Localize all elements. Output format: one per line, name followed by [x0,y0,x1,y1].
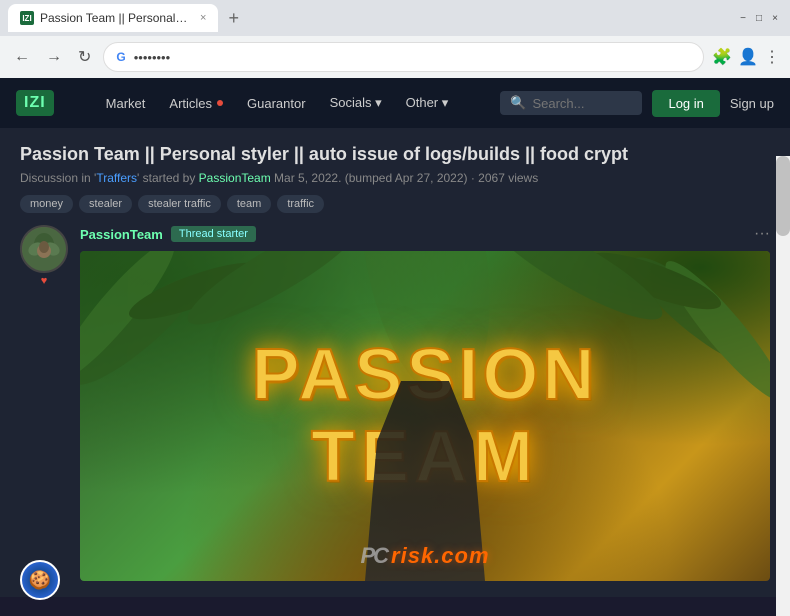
nav-links: Market Articles Guarantor Socials ▾ Othe… [96,89,459,117]
back-button[interactable]: ← [10,46,34,68]
post-username[interactable]: PassionTeam [80,227,163,242]
site-logo[interactable]: IZI [16,90,54,116]
thread-starter-badge: Thread starter [171,226,256,242]
author-link[interactable]: PassionTeam [199,171,271,185]
tag-stealer[interactable]: stealer [79,195,132,213]
extensions-icon[interactable]: 🧩 [712,47,732,67]
meta-prefix: Discussion in ' [20,171,96,185]
post-meta: Discussion in 'Traffers' started by Pass… [20,171,770,185]
post-area: ♥ PassionTeam Thread starter ··· [20,225,770,581]
avatar-image [20,225,68,273]
tab-favicon: IZI [20,11,34,25]
signup-button[interactable]: Sign up [730,96,774,111]
close-window-button[interactable]: × [768,11,782,25]
post-title: Passion Team || Personal styler || auto … [20,144,770,165]
toolbar-icons: 🧩 👤 ⋮ [712,47,780,67]
scrollbar-thumb[interactable] [776,156,790,236]
articles-dot [217,100,223,106]
minimize-button[interactable]: − [736,11,750,25]
new-tab-button[interactable]: + [222,8,245,29]
post-header: PassionTeam Thread starter ··· [80,225,770,243]
search-icon: 🔍 [510,95,526,111]
tags-list: money stealer stealer traffic team traff… [20,195,770,213]
search-bar[interactable]: 🔍 [500,91,642,115]
post-options-button[interactable]: ··· [754,225,770,243]
tag-traffic[interactable]: traffic [277,195,324,213]
post-body: PassionTeam Thread starter ··· [80,225,770,581]
watermark: PC risk.com [360,543,489,569]
post-avatar: ♥ [20,225,68,581]
tag-team[interactable]: team [227,195,271,213]
site-nav: IZI Market Articles Guarantor Socials ▾ … [0,78,790,128]
nav-articles[interactable]: Articles [159,90,233,117]
tab-close-button[interactable]: × [200,12,206,24]
nav-socials[interactable]: Socials ▾ [320,89,392,117]
meta-date: Mar 5, 2022. (bumped Apr 27, 2022) · 206… [271,171,539,185]
google-icon: G [116,50,125,64]
window-controls: − □ × [736,11,782,25]
menu-icon[interactable]: ⋮ [764,47,780,67]
browser-title-bar: IZI Passion Team || Personal styler ||..… [0,0,790,36]
page-content: Passion Team || Personal styler || auto … [0,128,790,597]
address-text: •••••••• [134,50,691,65]
browser-tabs: IZI Passion Team || Personal styler ||..… [8,4,245,32]
tag-money[interactable]: money [20,195,73,213]
watermark-text: risk.com [391,543,490,569]
profile-icon[interactable]: 👤 [738,47,758,67]
address-bar[interactable]: G •••••••• [103,42,704,72]
site-wrapper: IZI Market Articles Guarantor Socials ▾ … [0,78,790,616]
watermark-logo: PC [360,543,387,569]
tag-stealer-traffic[interactable]: stealer traffic [138,195,221,213]
tab-title: Passion Team || Personal styler ||... [40,11,190,25]
browser-toolbar: ← → ↻ G •••••••• 🧩 👤 ⋮ [0,36,790,78]
maximize-button[interactable]: □ [752,11,766,25]
post-image: PASSION TEAM PC risk.com [80,251,770,581]
search-input[interactable] [532,96,632,111]
nav-other[interactable]: Other ▾ [396,89,459,117]
floating-cookie-icon[interactable]: 🍪 [20,560,60,600]
traffers-link[interactable]: Traffers [96,171,137,185]
passion-team-banner: PASSION TEAM PC risk.com [80,251,770,581]
reload-button[interactable]: ↻ [74,45,95,69]
nav-right: 🔍 Log in Sign up [500,90,774,117]
nav-market[interactable]: Market [96,90,156,117]
browser-tab-active[interactable]: IZI Passion Team || Personal styler ||..… [8,4,218,32]
meta-mid: ' started by [137,171,199,185]
avatar-heart: ♥ [20,275,68,287]
nav-guarantor[interactable]: Guarantor [237,90,316,117]
scrollbar-track[interactable] [776,156,790,616]
login-button[interactable]: Log in [652,90,719,117]
forward-button[interactable]: → [42,46,66,68]
